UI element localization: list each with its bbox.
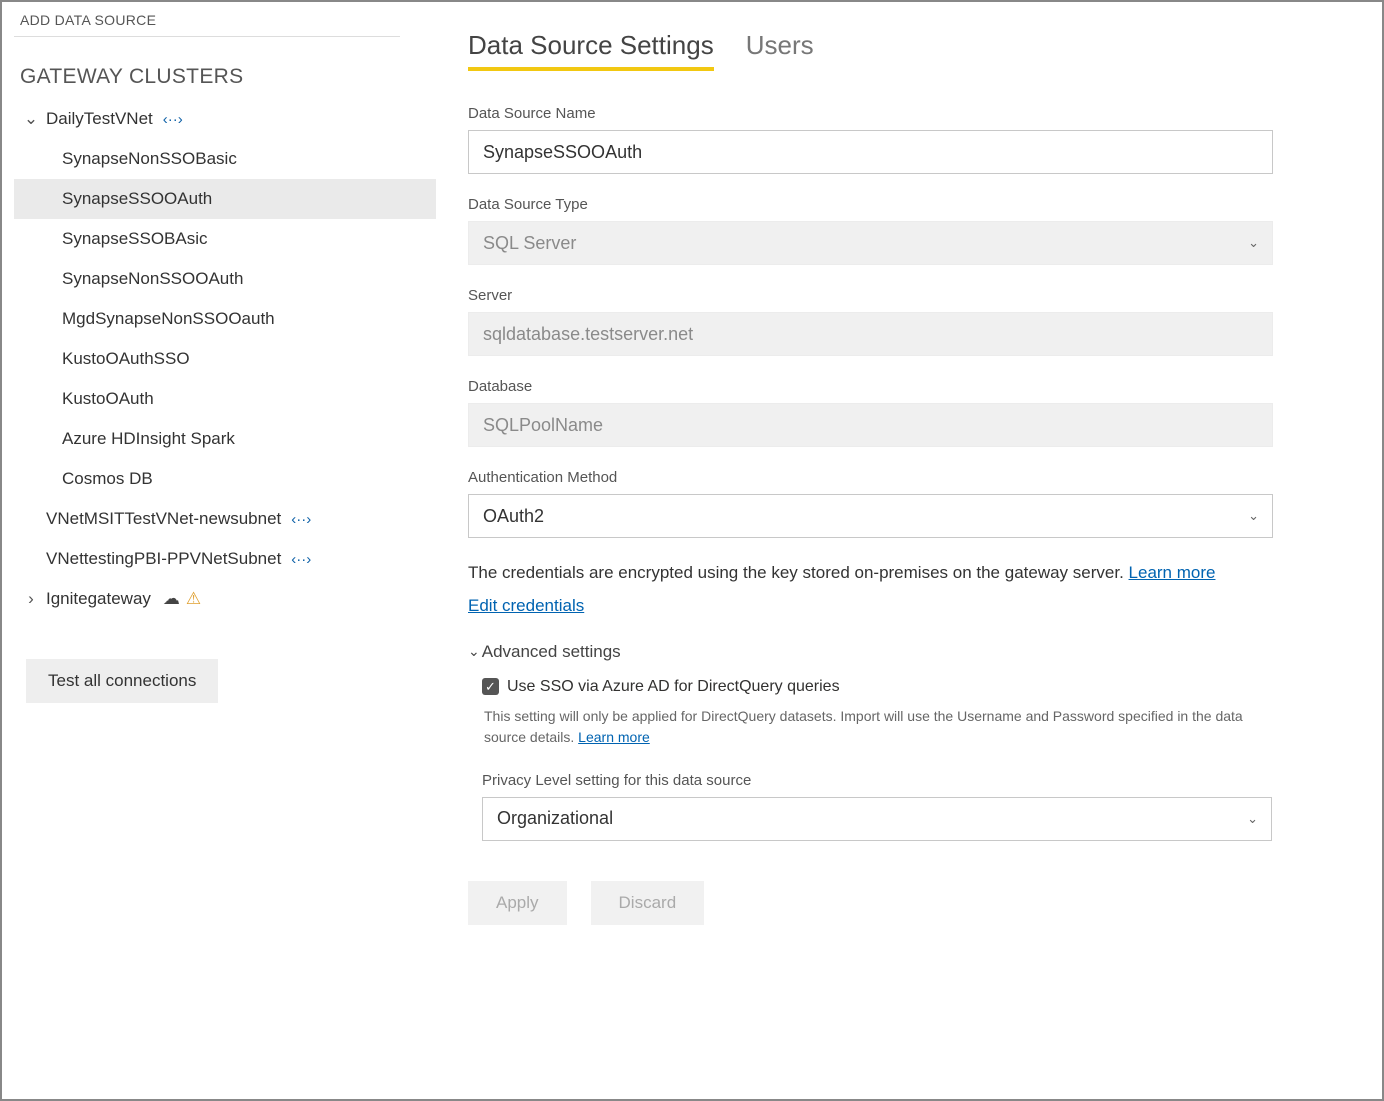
gateway-clusters-heading: GATEWAY CLUSTERS [14, 65, 436, 89]
cluster-label: Ignitegateway [46, 589, 151, 609]
auth-method-label: Authentication Method [468, 469, 1374, 486]
gateway-cluster-item[interactable]: ⌄ DailyTestVNet ‹··› [14, 99, 436, 139]
data-source-label: MgdSynapseNonSSOOauth [62, 309, 275, 329]
data-source-label: Cosmos DB [62, 469, 153, 489]
gateway-cluster-item[interactable]: VNettestingPBI-PPVNetSubnet ‹··› [14, 539, 436, 579]
test-all-connections-button[interactable]: Test all connections [26, 659, 218, 703]
server-input [468, 312, 1273, 356]
warning-icon: ⚠ [186, 589, 201, 609]
sso-description: This setting will only be applied for Di… [482, 706, 1272, 748]
data-source-label: SynapseSSOOAuth [62, 189, 212, 209]
advanced-settings-label: Advanced settings [482, 642, 621, 662]
data-source-item[interactable]: MgdSynapseNonSSOOauth [14, 299, 436, 339]
data-source-item[interactable]: KustoOAuth [14, 379, 436, 419]
vnet-icon: ‹··› [291, 551, 311, 568]
data-source-type-label: Data Source Type [468, 196, 1374, 213]
data-source-label: SynapseNonSSOBasic [62, 149, 237, 169]
data-source-item[interactable]: SynapseSSOBAsic [14, 219, 436, 259]
gateway-cluster-item[interactable]: VNetMSITTestVNet-newsubnet ‹··› [14, 499, 436, 539]
discard-button[interactable]: Discard [591, 881, 705, 925]
server-label: Server [468, 287, 1374, 304]
data-source-item[interactable]: SynapseNonSSOOAuth [14, 259, 436, 299]
database-input [468, 403, 1273, 447]
chevron-down-icon: ⌄ [468, 643, 480, 660]
sso-checkbox-label: Use SSO via Azure AD for DirectQuery que… [507, 678, 840, 696]
learn-more-link-sso[interactable]: Learn more [578, 729, 650, 745]
cluster-label: VNettestingPBI-PPVNetSubnet [46, 549, 281, 569]
data-source-type-select[interactable] [468, 221, 1273, 265]
data-source-label: KustoOAuth [62, 389, 154, 409]
data-source-item[interactable]: Cosmos DB [14, 459, 436, 499]
sidebar-divider [14, 36, 400, 37]
apply-button[interactable]: Apply [468, 881, 567, 925]
data-source-item[interactable]: Azure HDInsight Spark [14, 419, 436, 459]
gateway-tree: ⌄ DailyTestVNet ‹··› SynapseNonSSOBasic Syna… [14, 99, 436, 619]
tab-users[interactable]: Users [746, 30, 814, 71]
data-source-name-label: Data Source Name [468, 105, 1374, 122]
tabs: Data Source Settings Users [468, 30, 1374, 71]
auth-method-select[interactable] [468, 494, 1273, 538]
add-data-source-link[interactable]: ADD DATA SOURCE [14, 10, 436, 36]
data-source-label: SynapseSSOBAsic [62, 229, 208, 249]
vnet-icon: ‹··› [291, 511, 311, 528]
chevron-right-icon: › [22, 589, 40, 609]
data-source-item[interactable]: SynapseNonSSOBasic [14, 139, 436, 179]
advanced-settings-toggle[interactable]: ⌄ Advanced settings [468, 642, 1374, 662]
learn-more-link[interactable]: Learn more [1129, 563, 1216, 582]
privacy-level-label: Privacy Level setting for this data sour… [482, 772, 1374, 789]
data-source-label: SynapseNonSSOOAuth [62, 269, 243, 289]
sso-checkbox-row[interactable]: ✓ Use SSO via Azure AD for DirectQuery q… [482, 678, 1374, 696]
tab-data-source-settings[interactable]: Data Source Settings [468, 30, 714, 71]
cloud-sync-icon: ☁ [163, 589, 180, 609]
data-source-name-input[interactable] [468, 130, 1273, 174]
cluster-label: VNetMSITTestVNet-newsubnet [46, 509, 281, 529]
credentials-info-text: The credentials are encrypted using the … [468, 560, 1374, 586]
data-source-item[interactable]: SynapseSSOOAuth [14, 179, 436, 219]
data-source-label: Azure HDInsight Spark [62, 429, 235, 449]
edit-credentials-link[interactable]: Edit credentials [468, 596, 584, 616]
sso-checkbox[interactable]: ✓ [482, 678, 499, 695]
vnet-icon: ‹··› [163, 111, 183, 128]
gateway-cluster-item[interactable]: › Ignitegateway ☁ ⚠ [14, 579, 436, 619]
cluster-label: DailyTestVNet [46, 109, 153, 129]
privacy-level-select[interactable] [482, 797, 1272, 841]
chevron-down-icon: ⌄ [22, 109, 40, 129]
data-source-item[interactable]: KustoOAuthSSO [14, 339, 436, 379]
data-source-label: KustoOAuthSSO [62, 349, 190, 369]
database-label: Database [468, 378, 1374, 395]
